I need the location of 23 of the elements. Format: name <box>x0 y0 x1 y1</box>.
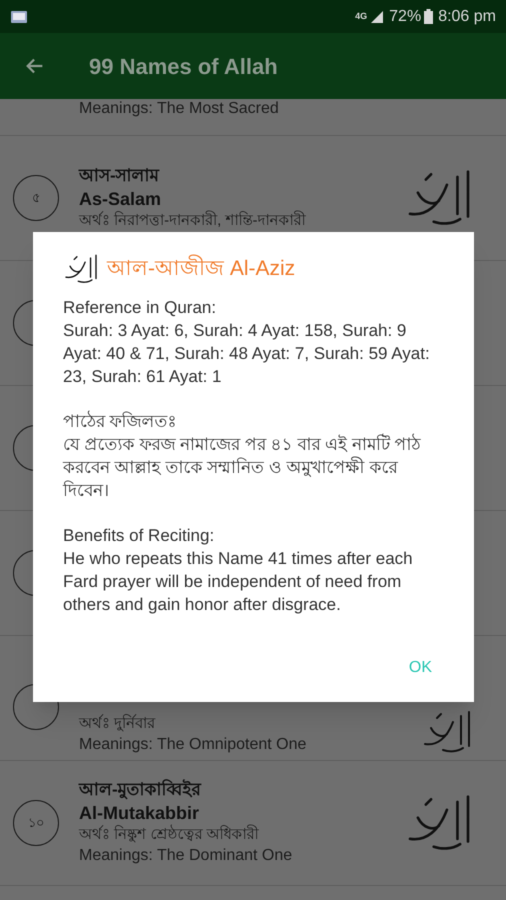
clock: 8:06 pm <box>438 6 496 26</box>
meaning-english: Meanings: The Most Sacred <box>79 99 279 119</box>
meaning-bengali: অর্থঃ দুর্নিবার <box>79 714 156 734</box>
ok-button[interactable]: OK <box>396 648 444 688</box>
battery-percent: 72% <box>389 6 422 26</box>
dialog-paragraph: Benefits of Reciting: He who repeats this Name 41 times after each Fard prayer will be independent of need from others and gain honor after disgrace. <box>63 525 414 616</box>
book-app-icon <box>10 10 28 24</box>
name-bengali: আস-সালাম <box>79 165 160 187</box>
dialog-paragraph: পাঠের ফজিলতঃ যে প্রত্যেক ফরজ নামাজের পর ৪১ বার এই নামটি পাঠ করবেন আল্লাহ তাকে সম্মানিত ও অমুখাপেক্ষী করে দিবেন। <box>63 410 422 502</box>
name-english: Al-Mutakabbir <box>79 802 200 824</box>
battery-icon <box>424 9 434 24</box>
meaning-bengali: অর্থঃ নিষ্কুশ শ্রেষ্ঠত্বের অধিকারী <box>79 825 260 845</box>
app-title: 99 Names of Allah <box>89 52 278 80</box>
dialog-paragraph: Reference in Quran: Surah: 3 Ayat: 6, Surah: 4 Ayat: 158, Surah: 9 Ayat: 40 & 71, Surah: 48 Ayat: 7, Surah: 59 Ayat: 23, Surah: 61 Ayat: 1 <box>63 297 431 388</box>
calligraphy-icon <box>63 254 99 284</box>
name-english: As-Salam <box>79 188 162 210</box>
name-bengali: আল-মুতাকাব্বিইর <box>79 779 202 801</box>
network-type: 4G <box>355 10 368 23</box>
meaning-english: Meanings: The Omnipotent One <box>79 735 308 755</box>
signal-icon <box>370 10 384 24</box>
meaning-bengali: অর্থঃ নিরাপত্তা-দানকারী, শান্তি-দানকারী <box>79 211 307 231</box>
name-list-item[interactable]: ১০ আল-মুতাকাব্বিইর Al-Mutakabbir অর্থঃ নিষ্কুশ শ্রেষ্ঠত্বের অধিকারী Meanings: The Dominant One <box>0 761 506 886</box>
meaning-english: Meanings: The Dominant One <box>79 846 294 866</box>
